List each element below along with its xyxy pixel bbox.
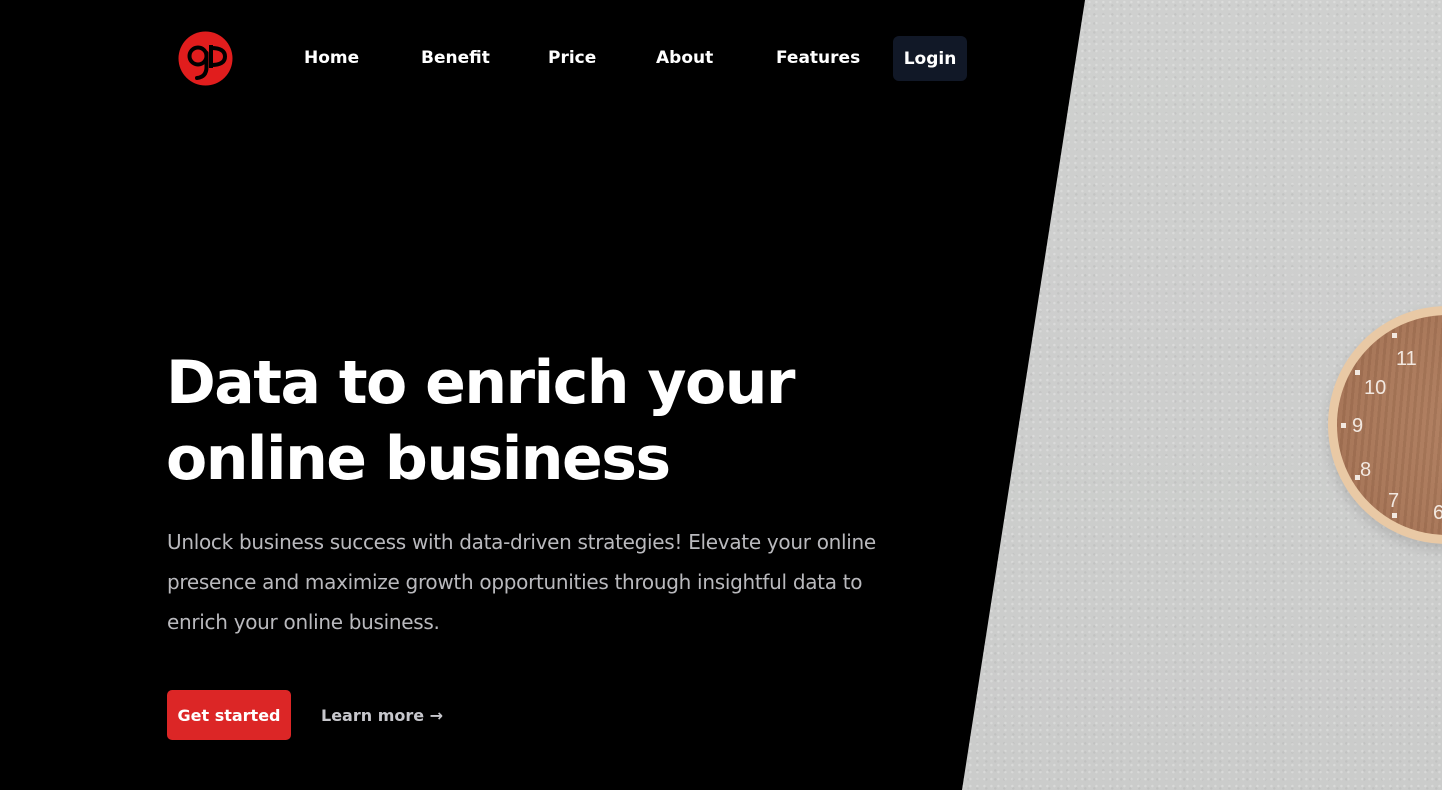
clock-numeral-8: 8 <box>1360 459 1372 481</box>
nav-link-about[interactable]: About <box>656 36 713 81</box>
qp-monogram-logo[interactable] <box>178 31 233 86</box>
nav-link-home[interactable]: Home <box>304 36 359 81</box>
get-started-button[interactable]: Get started <box>167 690 291 740</box>
clock-numeral-10: 10 <box>1364 377 1387 399</box>
clock-tick <box>1341 423 1346 428</box>
learn-more-link[interactable]: Learn more → <box>321 690 443 740</box>
nav-link-benefit[interactable]: Benefit <box>421 36 490 81</box>
clock-tick <box>1392 513 1397 518</box>
hero-description: Unlock business success with data-driven… <box>167 530 876 634</box>
hero-title: Data to enrich your online business <box>166 345 866 497</box>
nav-link-price[interactable]: Price <box>548 36 596 81</box>
hero-title-line-2: online business <box>166 424 671 494</box>
clock-numeral-6: 6 <box>1433 502 1442 524</box>
clock-numeral-7: 7 <box>1388 490 1400 512</box>
clock-tick <box>1355 475 1360 480</box>
clock-numeral-9: 9 <box>1352 415 1364 437</box>
logo-icon <box>178 31 233 86</box>
login-button[interactable]: Login <box>893 36 967 81</box>
clock-tick <box>1392 333 1397 338</box>
clock-numeral-11: 11 <box>1396 348 1417 370</box>
nav-link-features[interactable]: Features <box>776 36 860 81</box>
hero-title-line-1: Data to enrich your <box>166 348 796 418</box>
landing-page: 11 10 9 8 7 6 Home Benefit Price About F… <box>0 0 1442 790</box>
clock-tick <box>1355 370 1360 375</box>
